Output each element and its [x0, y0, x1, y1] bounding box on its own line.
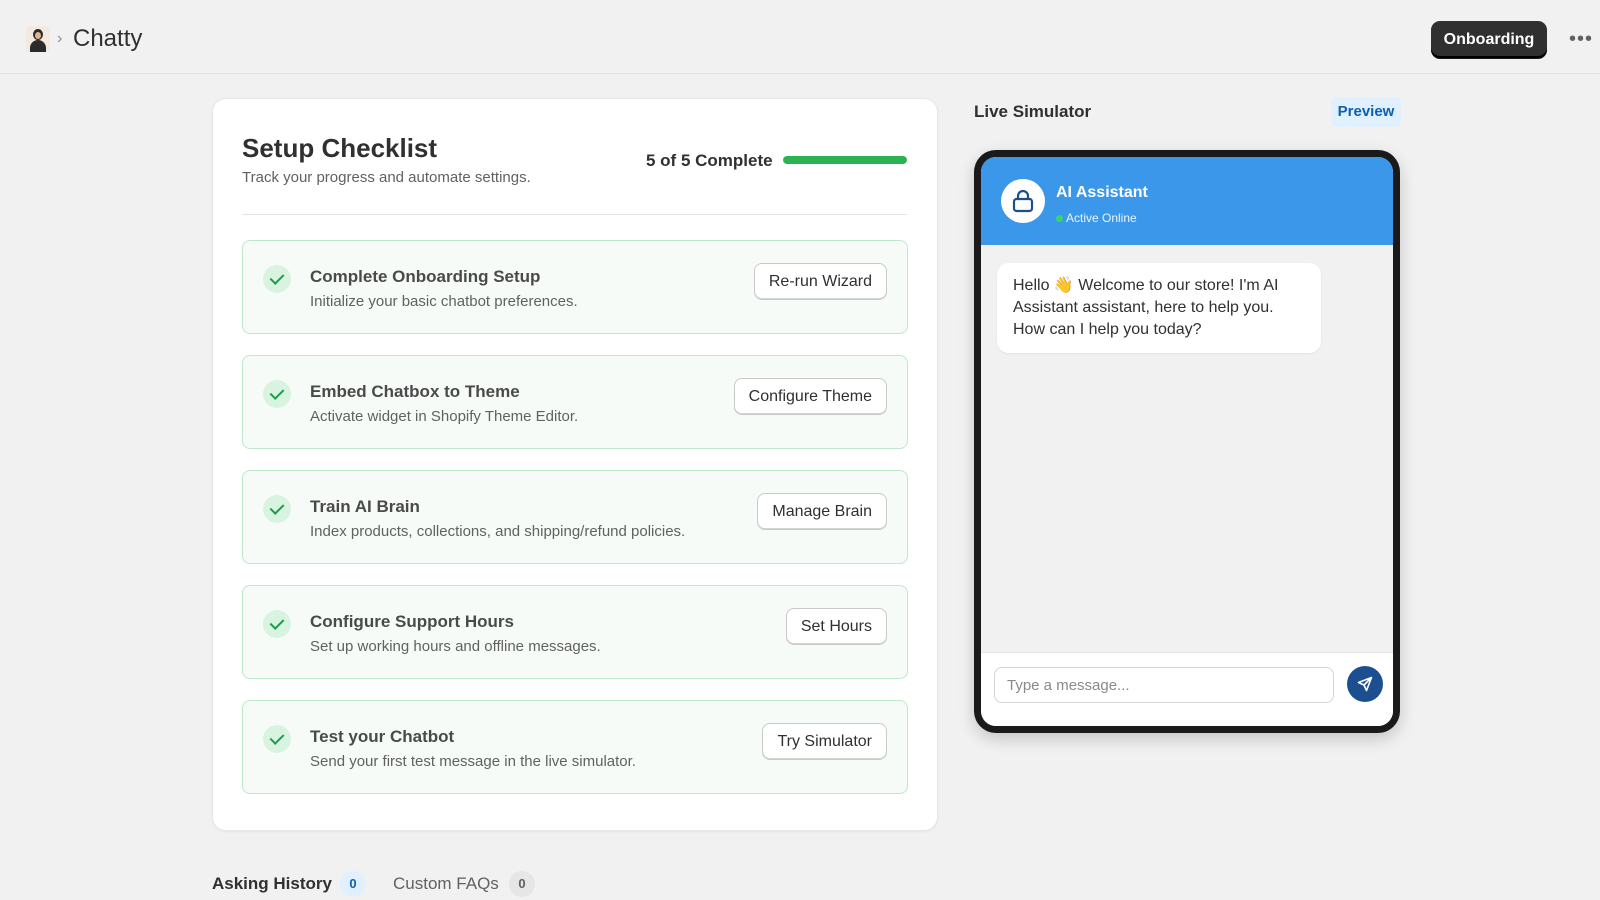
bot-name: AI Assistant [1056, 184, 1148, 201]
chat-composer [981, 652, 1393, 726]
check-icon [263, 265, 291, 293]
checklist-item-hours: Configure Support Hours Set up working h… [242, 585, 908, 679]
rerun-wizard-button[interactable]: Re-run Wizard [753, 263, 887, 300]
checklist-item-train: Train AI Brain Index products, collectio… [242, 470, 908, 564]
checklist-title: Setup Checklist [242, 133, 438, 163]
divider [242, 214, 907, 215]
phone-frame: AI Assistant Active Online Hello 👋 Welco… [974, 150, 1400, 733]
item-description: Activate widget in Shopify Theme Editor. [310, 408, 579, 425]
item-description: Initialize your basic chatbot preference… [310, 293, 578, 310]
progress-bar [783, 156, 907, 164]
check-icon [263, 610, 291, 638]
progress-text: 5 of 5 Complete [646, 151, 773, 170]
try-simulator-button[interactable]: Try Simulator [762, 723, 887, 760]
asking-history-count-badge: 0 [340, 871, 366, 897]
checklist-subtitle: Track your progress and automate setting… [242, 169, 531, 186]
bot-avatar [1001, 179, 1045, 223]
app-title[interactable]: Chatty [73, 25, 142, 53]
checklist-item-embed: Embed Chatbox to Theme Activate widget i… [242, 355, 908, 449]
manage-brain-button[interactable]: Manage Brain [757, 493, 887, 530]
chevron-right-icon: › [57, 30, 63, 47]
item-title: Complete Onboarding Setup [310, 267, 541, 286]
app-avatar[interactable] [26, 26, 50, 52]
tab-asking-history[interactable]: Asking History [212, 874, 332, 894]
setup-checklist-card: Setup Checklist Track your progress and … [212, 98, 938, 831]
progress-bar-fill [783, 156, 907, 164]
top-bar: › Chatty Onboarding ••• [0, 0, 1600, 74]
item-description: Index products, collections, and shippin… [310, 523, 686, 540]
check-icon [263, 725, 291, 753]
chat-header: AI Assistant Active Online [981, 157, 1393, 245]
send-button[interactable] [1347, 666, 1383, 702]
checklist-item-onboarding: Complete Onboarding Setup Initialize you… [242, 240, 908, 334]
chat-screen: AI Assistant Active Online Hello 👋 Welco… [981, 157, 1393, 726]
custom-faqs-count-badge: 0 [509, 871, 535, 897]
onboarding-button[interactable]: Onboarding [1431, 21, 1547, 58]
check-icon [263, 495, 291, 523]
lock-icon [1012, 189, 1034, 213]
bot-status: Active Online [1066, 211, 1137, 225]
item-title: Test your Chatbot [310, 727, 455, 746]
message-input[interactable] [994, 667, 1334, 703]
set-hours-button[interactable]: Set Hours [785, 608, 887, 645]
more-horizontal-icon[interactable]: ••• [1566, 24, 1596, 54]
preview-badge: Preview [1331, 97, 1401, 127]
check-icon [263, 380, 291, 408]
online-status-dot [1056, 215, 1063, 222]
item-description: Set up working hours and offline message… [310, 638, 601, 655]
simulator-title: Live Simulator [974, 102, 1092, 121]
configure-theme-button[interactable]: Configure Theme [733, 378, 887, 415]
item-description: Send your first test message in the live… [310, 753, 636, 770]
checklist-item-test: Test your Chatbot Send your first test m… [242, 700, 908, 794]
send-icon [1357, 676, 1373, 692]
tab-custom-faqs[interactable]: Custom FAQs [393, 874, 499, 894]
bot-message-bubble: Hello 👋 Welcome to our store! I'm AI Ass… [997, 263, 1321, 353]
item-title: Embed Chatbox to Theme [310, 382, 520, 401]
item-title: Train AI Brain [310, 497, 420, 516]
item-title: Configure Support Hours [310, 612, 514, 631]
